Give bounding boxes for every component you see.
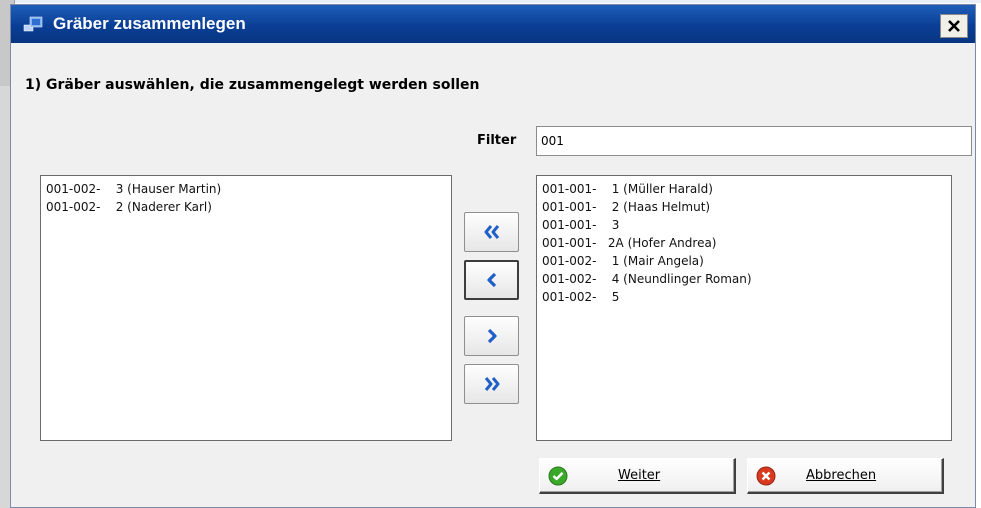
app-icon — [23, 16, 43, 32]
abbrechen-button[interactable]: Abbrechen — [747, 458, 944, 494]
list-item[interactable]: 001-001- 2 (Haas Helmut) — [542, 198, 946, 216]
cancel-circle-icon — [756, 466, 776, 486]
weiter-button[interactable]: Weiter — [539, 458, 736, 494]
abbrechen-label: Abbrechen — [806, 468, 877, 483]
background-window-strip — [0, 0, 981, 3]
list-item[interactable]: 001-001- 3 — [542, 216, 946, 234]
list-item[interactable]: 001-002- 4 (Neundlinger Roman) — [542, 270, 946, 288]
close-icon — [948, 20, 960, 32]
move-right-button[interactable] — [464, 316, 519, 356]
filter-input[interactable] — [536, 126, 972, 156]
move-all-left-button[interactable] — [464, 212, 519, 252]
check-circle-icon — [548, 466, 568, 486]
available-graves-list[interactable]: 001-001- 1 (Müller Harald) 001-001- 2 (H… — [536, 175, 952, 441]
list-item[interactable]: 001-001- 2A (Hofer Andrea) — [542, 234, 946, 252]
list-item[interactable]: 001-002- 1 (Mair Angela) — [542, 252, 946, 270]
list-item[interactable]: 001-002- 3 (Hauser Martin) — [46, 180, 446, 198]
list-item[interactable]: 001-002- 2 (Naderer Karl) — [46, 198, 446, 216]
dialog-window: Gräber zusammenlegen 1) Gräber auswählen… — [10, 4, 976, 508]
title-bar[interactable]: Gräber zusammenlegen — [11, 5, 975, 43]
selected-graves-list[interactable]: 001-002- 3 (Hauser Martin) 001-002- 2 (N… — [40, 175, 452, 441]
double-chevron-left-icon — [484, 225, 499, 239]
move-all-right-button[interactable] — [464, 364, 519, 404]
close-button[interactable] — [940, 14, 968, 38]
chevron-right-icon — [487, 328, 497, 344]
section-heading: 1) Gräber auswählen, die zusammengelegt … — [25, 77, 480, 93]
window-title: Gräber zusammenlegen — [53, 14, 246, 33]
chevron-left-icon — [486, 272, 496, 288]
list-item[interactable]: 001-001- 1 (Müller Harald) — [542, 180, 946, 198]
move-left-button[interactable] — [464, 260, 519, 300]
filter-label: Filter — [477, 133, 517, 148]
list-item[interactable]: 001-002- 5 — [542, 288, 946, 306]
weiter-label: Weiter — [618, 468, 661, 483]
double-chevron-right-icon — [484, 377, 499, 391]
